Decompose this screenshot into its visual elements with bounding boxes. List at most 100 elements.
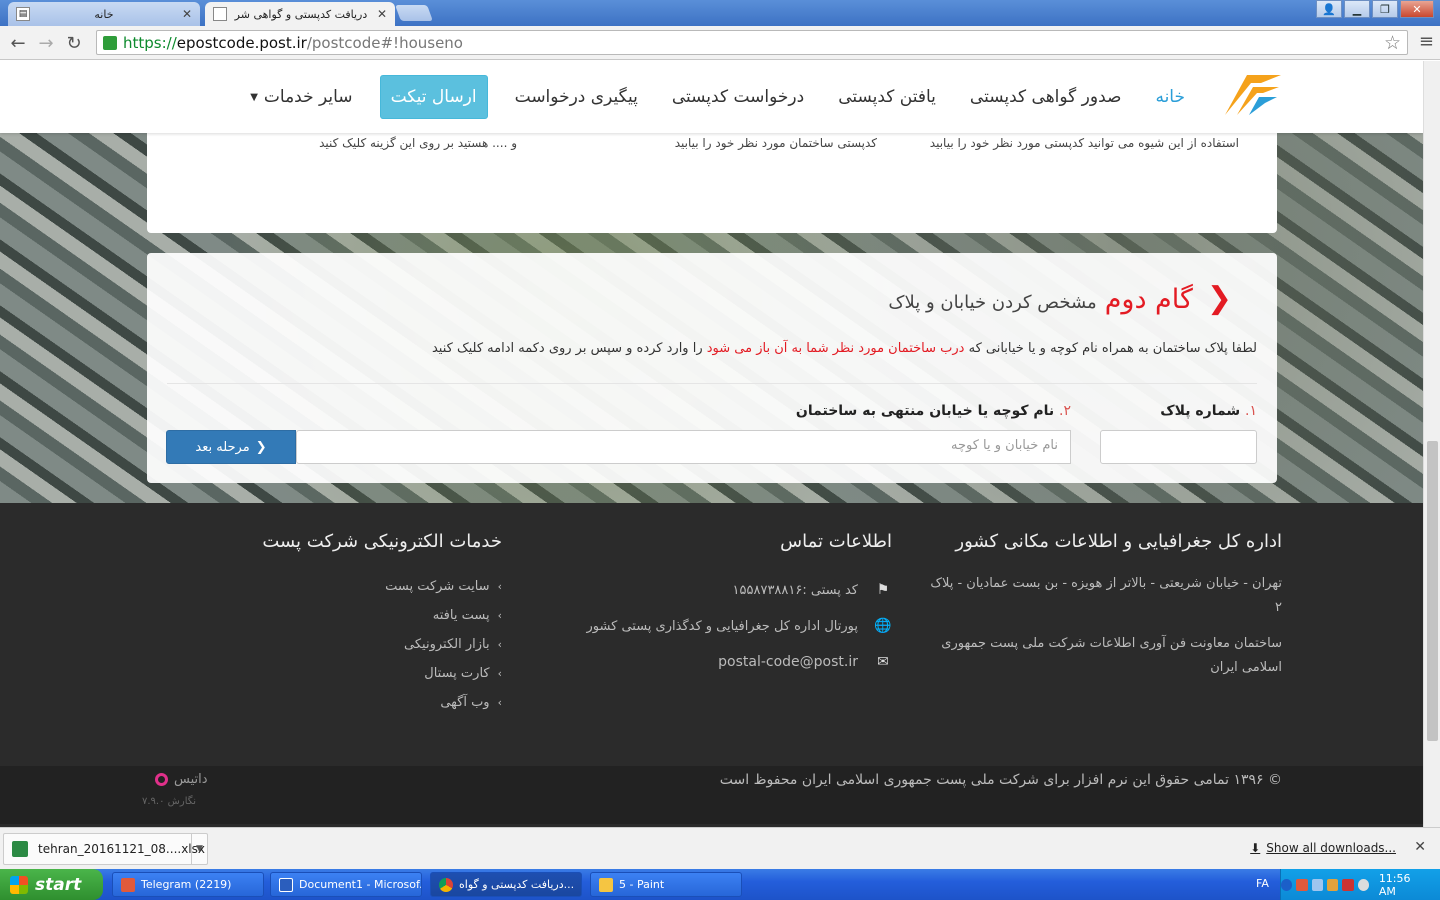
forward-icon[interactable]: → [34,31,58,55]
nav-find-postcode[interactable]: یافتن کدپستی [821,75,953,119]
download-filename: tehran_20161121_08....xlsx [38,842,205,856]
tray-speaker-icon[interactable] [1357,878,1369,891]
footer-link[interactable]: › پست یافته [242,601,502,630]
next-step-button[interactable]: ❮ مرحله بعد [166,430,296,464]
card-text: کدپستی ساختمان مورد نظر خود را بیابید [674,136,877,150]
show-all-label: Show all downloads... [1266,841,1396,855]
close-window-button[interactable]: ✕ [1400,0,1434,18]
chrome-icon [439,877,453,892]
label-text: شماره پلاک [1160,403,1241,419]
user-icon[interactable]: 👤 [1316,0,1342,18]
nav-track-request[interactable]: پیگیری درخواست [498,75,655,119]
taskbar-telegram[interactable]: Telegram (2219) [112,872,264,897]
step-title: گام دوم [1104,284,1193,315]
nav-more-services[interactable]: سایر خدمات ▼ [233,75,369,119]
caret-down-icon[interactable]: ▼ [191,834,207,864]
footer-heading: اداره کل جغرافیایی و اطلاعات مکانی کشور [955,531,1282,552]
footer-link-label: کارت پستال [424,666,490,681]
chevron-left-icon: ❮ [255,439,267,455]
send-ticket-button[interactable]: ارسال تیکت [379,75,488,119]
label-number: ۱. [1245,403,1257,419]
footer-link-label: بازار الکترونیکی [404,637,490,652]
site-header: خانه صدور گواهی کدپستی یافتن کدپستی درخو… [0,61,1423,133]
post-logo-icon[interactable] [1221,71,1283,119]
street-input[interactable]: نام خیابان و یا کوچه [296,430,1071,464]
back-icon[interactable]: ← [6,31,30,55]
org-building: ساختمان معاونت فن آوری اطلاعات شرکت ملی … [941,636,1282,675]
footer-link[interactable]: › بازار الکترونیکی [242,630,502,659]
restore-button[interactable]: ❐ [1372,0,1398,18]
contact-portal[interactable]: 🌐 پورتال اداره کل جغرافیایی و کدگذاری پس… [562,608,892,644]
org-address: تهران - خیابان شریعتی - بالاتر از هویزه … [930,576,1282,615]
label-text: نام کوچه یا خیابان منتهی به ساختمان [795,403,1055,419]
close-icon[interactable]: ✕ [377,7,387,21]
taskbar-word[interactable]: Document1 - Microsof... [270,872,422,897]
signpost-icon: ⚑ [876,582,890,598]
contact-email[interactable]: ✉ postal-code@post.ir [562,644,892,680]
bookmark-star-icon[interactable]: ☆ [1384,32,1401,54]
site-footer: اداره کل جغرافیایی و اطلاعات مکانی کشور … [0,503,1423,827]
minimize-button[interactable]: ▁ [1344,0,1370,18]
show-all-downloads-link[interactable]: ⬇ Show all downloads... [1250,841,1396,855]
task-label: دریافت کدپستی و گواه... [459,878,575,891]
developer-brand[interactable]: داتیس [155,772,208,787]
brand-name: داتیس [174,772,208,787]
download-item[interactable]: tehran_20161121_08....xlsx ▼ [3,833,208,865]
page-scrollbar[interactable] [1423,61,1440,827]
nav-more-label: سایر خدمات [263,87,353,107]
datis-logo-icon [155,773,168,786]
card-text: و .... هستید بر روی این گزینه کلیک کنید [319,136,517,150]
excel-file-icon [12,841,28,857]
page-viewport: استفاده از این شیوه می توانید کدپستی مور… [0,61,1423,827]
step-subtitle: مشخص کردن خیابان و پلاک [888,292,1097,313]
step-heading: ❮ گام دوم مشخص کردن خیابان و پلاک [888,281,1232,316]
clock: 11:56 AM [1378,871,1411,898]
footer-link[interactable]: › کارت پستال [242,659,502,688]
browser-titlebar: ▤ خانه ✕ دریافت کدپستی و گواهی شر ✕ 👤 ▁ … [0,0,1440,26]
start-button[interactable]: start [0,869,103,900]
contact-text: کد پستی :۱۵۵۸۷۳۸۸۱۶ [732,582,858,598]
chevron-right-icon: › [497,580,502,593]
footer-contact-column: اطلاعات تماس ⚑ کد پستی :۱۵۵۸۷۳۸۸۱۶ 🌐 پور… [562,531,892,680]
plate-number-input[interactable] [1100,430,1257,464]
footer-link[interactable]: › وب آگهی [242,688,502,717]
caret-down-icon: ▼ [250,91,258,103]
close-icon[interactable]: ✕ [182,7,192,21]
tab-home[interactable]: ▤ خانه ✕ [8,2,200,26]
taskbar-chrome[interactable]: دریافت کدپستی و گواه... [430,872,582,897]
language-indicator[interactable]: FA [1256,877,1269,890]
scrollbar-thumb[interactable] [1427,441,1438,741]
next-step-label: مرحله بعد [195,439,250,455]
tab-postcode[interactable]: دریافت کدپستی و گواهی شر ✕ [205,2,395,26]
envelope-icon: ✉ [877,654,889,670]
service-cards-remainder: استفاده از این شیوه می توانید کدپستی مور… [147,133,1277,233]
close-icon[interactable]: ✕ [1414,839,1426,855]
footer-heading: اطلاعات تماس [780,531,892,552]
instruction-highlight: درب ساختمان مورد نظر شما به آن باز می شو… [706,341,965,356]
window-controls: 👤 ▁ ❐ ✕ [1316,0,1434,18]
label-number: ۲. [1059,403,1071,419]
chevron-right-icon: › [497,696,502,709]
footer-link[interactable]: › سایت شرکت پست [242,572,502,601]
card-text: استفاده از این شیوه می توانید کدپستی مور… [929,136,1239,150]
footer-heading: خدمات الکترونیکی شرکت پست [262,531,502,552]
taskbar-paint[interactable]: 5 - Paint [590,872,742,897]
nav-home[interactable]: خانه [1138,75,1202,119]
tray-chevron-icon[interactable] [1281,878,1293,891]
tray-app-icon[interactable] [1296,878,1308,891]
tray-tool-icon[interactable] [1326,878,1339,891]
browser-menu-icon[interactable]: ≡ [1419,31,1434,52]
system-tray: 11:56 AM [1280,869,1440,900]
new-tab-button[interactable] [395,5,433,21]
nav-request-postcode[interactable]: درخواست کدپستی [655,75,821,119]
contact-text: postal-code@post.ir [718,654,858,670]
reload-icon[interactable]: ↻ [62,31,86,55]
address-bar[interactable]: https:// epostcode.post.ir /postcode#!ho… [96,30,1408,55]
divider [167,383,1257,384]
telegram-icon [121,877,135,892]
nav-certificate[interactable]: صدور گواهی کدپستی [953,75,1139,119]
tray-network-icon[interactable] [1311,878,1323,891]
tray-security-icon[interactable] [1342,878,1354,891]
lock-icon [103,35,117,50]
word-icon [279,877,293,892]
